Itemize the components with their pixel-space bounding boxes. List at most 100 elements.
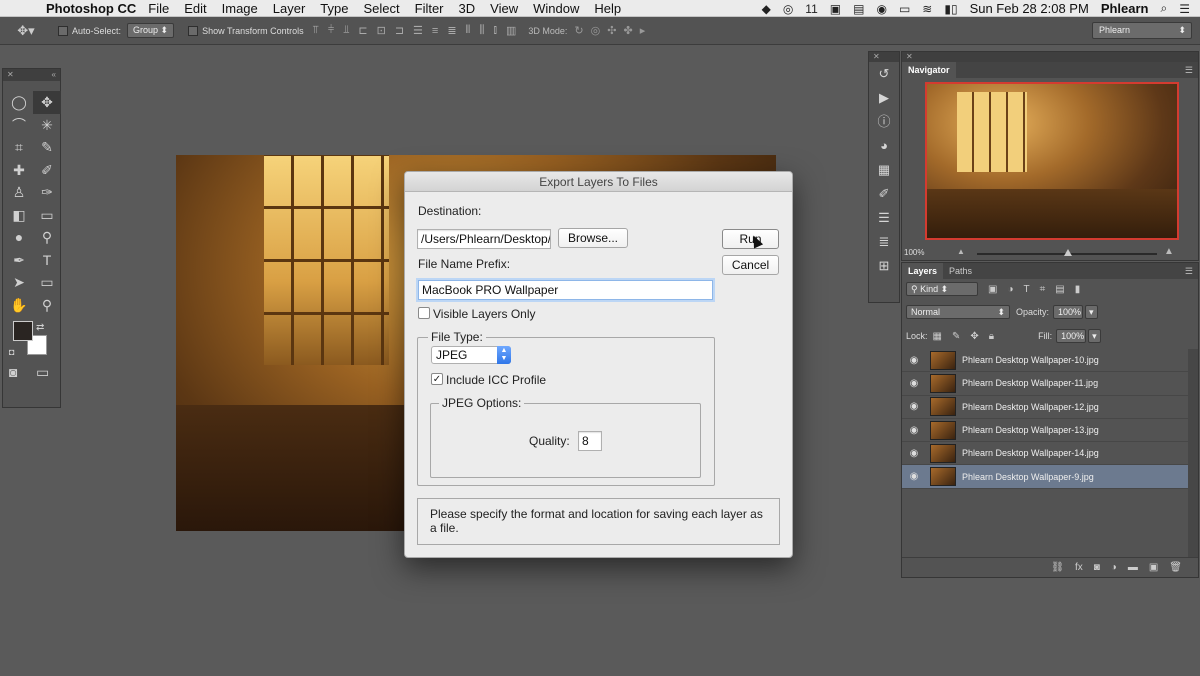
properties-icon[interactable]: ≣: [869, 230, 899, 254]
quick-mask-icon[interactable]: ◙: [9, 361, 17, 383]
distribute-top-icon[interactable]: ☰: [413, 24, 423, 37]
auto-select-dropdown[interactable]: Group ⬍: [127, 23, 175, 38]
adjustments-icon[interactable]: ☰: [869, 206, 899, 230]
panel-menu-icon[interactable]: ☰: [1185, 62, 1193, 78]
lock-position-icon[interactable]: ✥: [970, 331, 978, 342]
file-type-select[interactable]: JPEG ▲ ▼: [431, 346, 511, 364]
filter-smart-object-icon[interactable]: ▤: [1055, 284, 1064, 295]
spotlight-icon[interactable]: ⌕: [1161, 1, 1168, 16]
move-tool-icon[interactable]: ✥: [33, 91, 61, 114]
wifi-icon[interactable]: ≋: [922, 2, 932, 16]
icc-profile-checkbox[interactable]: ✓: [431, 373, 443, 385]
close-icon[interactable]: ✕: [7, 69, 14, 81]
zoom-tool-icon[interactable]: ⚲: [33, 294, 61, 317]
swatches-icon[interactable]: ▦: [869, 158, 899, 182]
menu-view[interactable]: View: [490, 1, 518, 16]
user-name[interactable]: Phlearn: [1101, 1, 1149, 16]
eye-icon[interactable]: ◉: [902, 425, 926, 436]
tab-paths[interactable]: Paths: [943, 263, 978, 279]
filter-toggle-icon[interactable]: ▮: [1075, 284, 1081, 295]
hand-tool-icon[interactable]: ✋: [5, 294, 33, 317]
browse-button[interactable]: Browse...: [558, 228, 628, 248]
layer-row[interactable]: ◉ Phlearn Desktop Wallpaper-13.jpg: [902, 419, 1188, 443]
gradient-tool-icon[interactable]: ▭: [33, 204, 61, 227]
workspace-switcher[interactable]: Phlearn ⬍: [1092, 22, 1192, 39]
record-icon[interactable]: ◉: [876, 2, 886, 16]
pen-tool-icon[interactable]: ✒: [5, 249, 33, 272]
app-menu[interactable]: Photoshop CC: [46, 1, 136, 16]
distribute-bottom-icon[interactable]: ≣: [447, 24, 456, 37]
delete-layer-icon[interactable]: 🗑︎: [1169, 562, 1182, 573]
distribute-hcenter-icon[interactable]: ⫼: [479, 24, 484, 37]
fx-icon[interactable]: fx: [1075, 562, 1083, 573]
opacity-field[interactable]: 100%: [1053, 305, 1084, 319]
color-icon[interactable]: ◕: [869, 134, 899, 158]
foreground-color-swatch[interactable]: [13, 321, 33, 341]
align-hcenter-icon[interactable]: ⊡: [377, 24, 386, 37]
zoom-slider-handle[interactable]: [1064, 249, 1072, 256]
mirror-icon[interactable]: ▤: [853, 2, 864, 16]
layer-row[interactable]: ◉ Phlearn Desktop Wallpaper-14.jpg: [902, 442, 1188, 466]
link-layers-icon[interactable]: ⛓: [1051, 562, 1064, 573]
auto-align-icon[interactable]: ▥: [506, 24, 516, 37]
eye-icon[interactable]: ◉: [902, 448, 926, 459]
default-colors-icon[interactable]: ◘: [9, 341, 14, 363]
photos-icon[interactable]: ▣: [830, 2, 841, 16]
menu-file[interactable]: File: [148, 1, 169, 16]
menu-layer[interactable]: Layer: [273, 1, 306, 16]
move-tool-preset-icon[interactable]: ✥▾: [0, 23, 52, 39]
align-vcenter-icon[interactable]: ⫩: [328, 24, 334, 37]
align-bottom-icon[interactable]: ⫫: [343, 24, 349, 37]
menu-filter[interactable]: Filter: [415, 1, 444, 16]
type-tool-icon[interactable]: T: [33, 249, 61, 272]
align-top-icon[interactable]: ⫪: [313, 24, 319, 37]
dialog-title[interactable]: Export Layers To Files: [405, 172, 792, 192]
history-brush-tool-icon[interactable]: ✑: [33, 181, 61, 204]
info-icon[interactable]: ⓘ: [869, 110, 899, 134]
layer-row-selected[interactable]: ◉ Phlearn Desktop Wallpaper-9.jpg: [902, 465, 1188, 489]
fill-dropdown-icon[interactable]: ▾: [1088, 329, 1101, 343]
menu-help[interactable]: Help: [594, 1, 621, 16]
airplay-icon[interactable]: ▭: [899, 2, 910, 16]
menu-window[interactable]: Window: [533, 1, 579, 16]
zoom-value[interactable]: 100%: [904, 248, 924, 257]
quality-field[interactable]: 8: [578, 431, 602, 451]
fill-field[interactable]: 100%: [1056, 329, 1087, 343]
filter-pixel-icon[interactable]: ▣: [988, 284, 997, 295]
tab-navigator[interactable]: Navigator: [902, 62, 956, 78]
3d-slide-icon[interactable]: ✤: [623, 24, 632, 37]
3d-roll-icon[interactable]: ◎: [591, 24, 601, 37]
swap-colors-icon[interactable]: ⇄: [36, 317, 44, 339]
blend-mode-select[interactable]: Normal ⬍: [906, 305, 1010, 319]
layers-scrollbar[interactable]: [1188, 349, 1198, 559]
menu-type[interactable]: Type: [320, 1, 348, 16]
align-left-icon[interactable]: ⊏: [358, 24, 367, 37]
layer-row[interactable]: ◉ Phlearn Desktop Wallpaper-11.jpg: [902, 372, 1188, 396]
lock-all-icon[interactable]: 🔒︎: [989, 331, 994, 342]
filter-kind-select[interactable]: ⚲ Kind ⬍: [906, 282, 978, 296]
auto-select-checkbox[interactable]: [58, 25, 68, 36]
filter-shape-icon[interactable]: ⌗: [1040, 284, 1046, 295]
distribute-left-icon[interactable]: ⦀: [466, 24, 471, 37]
navigator-thumbnail[interactable]: [925, 82, 1179, 240]
eye-icon[interactable]: ◉: [902, 471, 926, 482]
tools-panel-header[interactable]: ✕ «: [3, 69, 60, 81]
panel-menu-icon[interactable]: ☰: [1185, 263, 1193, 279]
menu-3d[interactable]: 3D: [459, 1, 476, 16]
new-group-icon[interactable]: ▬: [1128, 562, 1138, 573]
close-icon[interactable]: ✕: [869, 52, 899, 62]
3d-rotate-icon[interactable]: ↻: [574, 24, 583, 37]
align-right-icon[interactable]: ⊐: [395, 24, 404, 37]
actions-icon[interactable]: ▶: [869, 86, 899, 110]
3d-scale-icon[interactable]: ▸: [640, 24, 646, 37]
marquee-tool-icon[interactable]: ◯: [5, 91, 33, 114]
show-transform-checkbox[interactable]: [188, 25, 199, 36]
eyedropper-tool-icon[interactable]: ✎: [33, 136, 61, 159]
tab-layers[interactable]: Layers: [902, 263, 944, 279]
cancel-button[interactable]: Cancel: [722, 255, 779, 275]
visible-layers-checkbox[interactable]: [418, 307, 430, 319]
brush-presets-icon[interactable]: ✐: [869, 182, 899, 206]
new-layer-icon[interactable]: ▣: [1149, 562, 1158, 573]
libraries-icon[interactable]: ⊞: [869, 254, 899, 278]
collapse-icon[interactable]: «: [52, 69, 56, 81]
